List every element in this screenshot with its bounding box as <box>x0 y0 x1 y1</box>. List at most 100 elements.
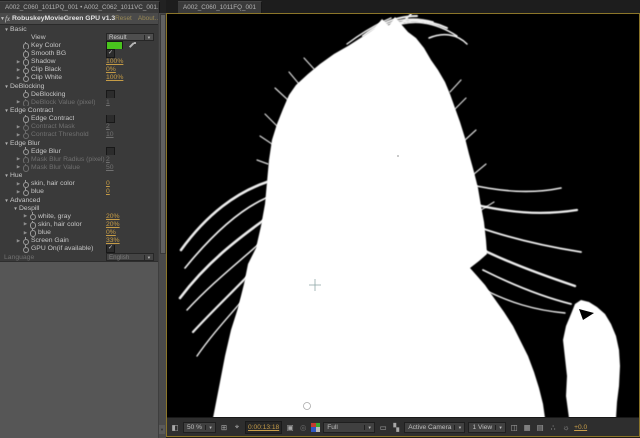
param-row-skin-hair-color[interactable]: ▶skin, hair color20% <box>0 220 159 228</box>
param-row-blue[interactable]: ▶blue0% <box>0 229 159 237</box>
stopwatch-icon[interactable] <box>22 74 29 82</box>
param-row-edge-contract[interactable]: Edge Contract <box>0 115 159 123</box>
stopwatch-icon[interactable] <box>22 41 29 49</box>
reset-exposure-icon[interactable]: ☼ <box>561 422 571 432</box>
param-row-screen-gain[interactable]: ▶Screen Gain33% <box>0 237 159 245</box>
stopwatch-icon[interactable] <box>29 220 36 228</box>
show-snapshot-icon[interactable]: ◎ <box>298 422 308 432</box>
param-checkbox[interactable] <box>106 115 115 123</box>
param-twirl-icon[interactable]: ▶ <box>15 124 22 130</box>
param-value[interactable]: 0% <box>106 66 116 73</box>
param-twirl-icon[interactable]: ▶ <box>15 132 22 138</box>
stopwatch-icon[interactable] <box>22 123 29 131</box>
resolution-dropdown[interactable]: Full ▼ <box>323 422 375 433</box>
param-row-clip-black[interactable]: ▶Clip Black0% <box>0 66 159 74</box>
always-preview-view-icon[interactable]: ◧ <box>170 422 180 432</box>
param-twirl-icon[interactable]: ▶ <box>15 156 22 162</box>
group-row-basic[interactable]: ▼Basic <box>0 25 159 33</box>
param-value[interactable]: 2 <box>106 156 110 163</box>
stopwatch-icon[interactable] <box>22 155 29 163</box>
safe-margins-icon[interactable]: ⌖ <box>232 422 242 432</box>
param-twirl-icon[interactable]: ▶ <box>22 230 29 236</box>
exposure-value[interactable]: +0.0 <box>574 424 587 431</box>
tab-composition[interactable]: A002_C060_1011FQ_001 <box>178 1 262 13</box>
group-row-advanced[interactable]: ▼Advanced <box>0 196 159 204</box>
param-value[interactable]: 0% <box>106 229 116 236</box>
param-twirl-icon[interactable]: ▶ <box>22 221 29 227</box>
param-checkbox[interactable] <box>106 147 115 155</box>
param-row-white-gray[interactable]: ▶white, gray20% <box>0 212 159 220</box>
3d-view-dropdown[interactable]: Active Camera ▼ <box>404 422 465 433</box>
stopwatch-icon[interactable] <box>22 147 29 155</box>
param-row-skin-hair-color[interactable]: ▶skin, hair color0 <box>0 180 159 188</box>
pixel-aspect-correction-icon[interactable]: ◫ <box>509 422 519 432</box>
group-row-edge-blur[interactable]: ▼Edge Blur <box>0 139 159 147</box>
stopwatch-icon[interactable] <box>22 58 29 66</box>
param-twirl-icon[interactable]: ▶ <box>15 67 22 73</box>
stopwatch-icon[interactable] <box>22 66 29 74</box>
param-row-mask-blur-radius-pixel[interactable]: ▶Mask Blur Radius (pixel)2 <box>0 155 159 163</box>
param-row-key-color[interactable]: Key Color <box>0 41 159 49</box>
stopwatch-icon[interactable] <box>22 237 29 245</box>
stopwatch-icon[interactable] <box>22 49 29 57</box>
group-expand-triangle-icon[interactable]: ▼ <box>3 173 10 178</box>
param-value[interactable]: 0 <box>106 180 110 187</box>
param-row-contract-threshold[interactable]: ▶Contract Threshold10 <box>0 131 159 139</box>
scrollbar-down-arrow-icon[interactable]: ▼ <box>159 425 165 434</box>
param-value[interactable]: 20% <box>106 221 120 228</box>
effect-panel-scrollbar[interactable]: ▼ <box>158 13 166 438</box>
snapshot-icon[interactable]: ▣ <box>285 422 295 432</box>
param-twirl-icon[interactable]: ▶ <box>15 189 22 195</box>
group-expand-triangle-icon[interactable]: ▼ <box>3 27 10 32</box>
transparency-grid-icon[interactable]: ▚ <box>391 422 401 432</box>
param-twirl-icon[interactable]: ▶ <box>15 181 22 187</box>
param-value[interactable]: 33% <box>106 237 120 244</box>
param-value[interactable]: 10 <box>106 131 114 138</box>
group-row-despill[interactable]: ▼Despill <box>0 204 159 212</box>
param-row-deblock-value-pixel[interactable]: ▶DeBlock Value (pixel)1 <box>0 98 159 106</box>
effect-header[interactable]: ▼ fx RobuskeyMovieGreen GPU v1.3 Reset A… <box>0 13 159 25</box>
param-checkbox[interactable]: ✓ <box>106 49 115 57</box>
param-row-language[interactable]: LanguageEnglish▼ <box>0 253 159 261</box>
param-value[interactable]: 20% <box>106 213 120 220</box>
region-of-interest-icon[interactable]: ▭ <box>378 422 388 432</box>
param-row-view[interactable]: ViewResult▼ <box>0 33 159 41</box>
fast-previews-icon[interactable]: ▦ <box>522 422 532 432</box>
param-value[interactable]: 1 <box>106 99 110 106</box>
param-value[interactable]: 50 <box>106 164 114 171</box>
stopwatch-icon[interactable] <box>22 245 29 253</box>
param-twirl-icon[interactable]: ▶ <box>15 59 22 65</box>
param-dropdown[interactable]: English▼ <box>106 253 154 261</box>
param-twirl-icon[interactable]: ▶ <box>15 99 22 105</box>
key-color-swatch[interactable] <box>106 41 123 49</box>
param-value[interactable]: 0 <box>106 188 110 195</box>
group-row-edge-contract[interactable]: ▼Edge Contract <box>0 106 159 114</box>
comp-canvas[interactable] <box>167 14 639 418</box>
view-layout-dropdown[interactable]: 1 View ▼ <box>468 422 506 433</box>
group-expand-triangle-icon[interactable]: ▼ <box>12 206 19 211</box>
param-row-gpu-on-if-available[interactable]: GPU On(if available)✓ <box>0 245 159 253</box>
param-row-mask-blur-value[interactable]: ▶Mask Blur Value50 <box>0 163 159 171</box>
param-value[interactable]: 2 <box>106 123 110 130</box>
magnification-dropdown[interactable]: 50 % ▼ <box>183 422 216 433</box>
stopwatch-icon[interactable] <box>22 163 29 171</box>
eyedropper-icon[interactable] <box>127 41 137 49</box>
param-row-deblocking[interactable]: DeBlocking <box>0 90 159 98</box>
param-row-contract-mask[interactable]: ▶Contract Mask2 <box>0 123 159 131</box>
stopwatch-icon[interactable] <box>22 90 29 98</box>
param-twirl-icon[interactable]: ▶ <box>15 75 22 81</box>
param-row-shadow[interactable]: ▶Shadow100% <box>0 58 159 66</box>
param-twirl-icon[interactable]: ▶ <box>22 213 29 219</box>
param-row-smooth-bg[interactable]: Smooth BG✓ <box>0 49 159 57</box>
group-expand-triangle-icon[interactable]: ▼ <box>3 141 10 146</box>
param-value[interactable]: 100% <box>106 74 123 81</box>
param-dropdown[interactable]: Result▼ <box>106 33 154 41</box>
about-link[interactable]: About... <box>138 15 160 22</box>
param-twirl-icon[interactable]: ▶ <box>15 164 22 170</box>
group-expand-triangle-icon[interactable]: ▼ <box>3 108 10 113</box>
param-row-clip-white[interactable]: ▶Clip White100% <box>0 74 159 82</box>
group-expand-triangle-icon[interactable]: ▼ <box>3 84 10 89</box>
timeline-icon[interactable]: ▤ <box>535 422 545 432</box>
group-expand-triangle-icon[interactable]: ▼ <box>3 198 10 203</box>
stopwatch-icon[interactable] <box>22 180 29 188</box>
